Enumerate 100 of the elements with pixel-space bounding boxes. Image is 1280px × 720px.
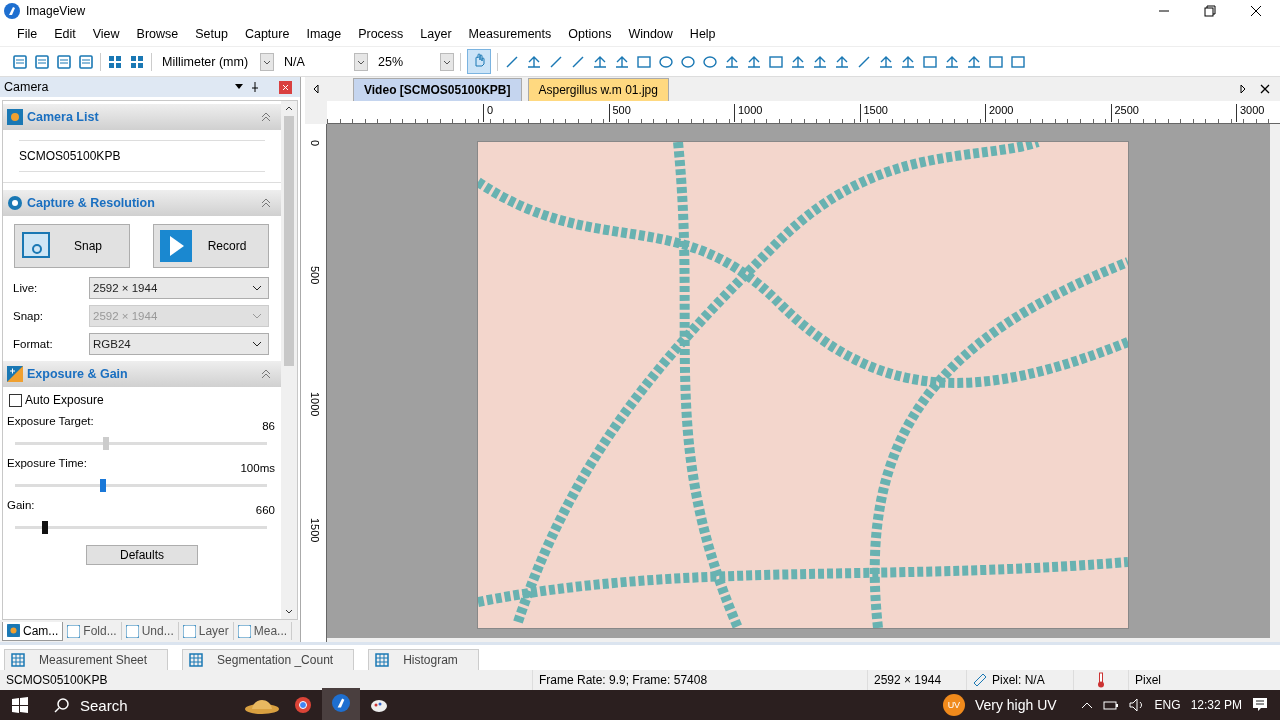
scroll-up-icon[interactable] [285, 106, 293, 111]
menu-item[interactable]: Browse [127, 27, 187, 41]
document-icon[interactable] [34, 53, 50, 70]
field-label: Snap: [13, 310, 45, 322]
document-tab[interactable]: Video [SCMOS05100KPB] [353, 78, 522, 101]
browser-icon[interactable] [294, 696, 312, 714]
weather-text[interactable]: Very high UV [974, 697, 1057, 713]
collapse-icon[interactable] [261, 369, 271, 379]
close-icon[interactable] [1260, 84, 1270, 94]
line-tool-icon[interactable] [570, 53, 586, 70]
collapse-icon[interactable] [261, 112, 271, 122]
chevron-up-icon[interactable] [1080, 701, 1093, 709]
document-icon[interactable] [56, 53, 72, 70]
status-pixel: Pixel: N/A [992, 673, 1045, 687]
window-title: ImageView [26, 4, 86, 18]
panel-title: Camera [4, 80, 50, 94]
section-title: Exposure & Gain [27, 367, 129, 381]
dock-tab[interactable]: Segmentation _Count [182, 649, 355, 670]
panel-tab[interactable]: Und... [121, 622, 179, 640]
menu-item[interactable]: Capture [235, 27, 298, 41]
grid-icon [11, 653, 25, 667]
field-label: Format: [13, 338, 54, 350]
toolbar-dropdown[interactable]: 25% [374, 52, 454, 71]
play-icon [160, 230, 192, 262]
section-header[interactable]: Camera List [3, 104, 281, 130]
panel-tab[interactable]: Fold... [63, 622, 122, 640]
status-unit: Pixel [1134, 672, 1162, 689]
close-icon[interactable] [1250, 5, 1262, 17]
slider-label: Exposure Target: [7, 415, 94, 429]
tab-icon [182, 624, 196, 638]
toolbar-dropdown[interactable]: Millimeter (mm) [158, 52, 274, 71]
menu-item[interactable]: Layer [411, 27, 460, 41]
aperture-icon [7, 195, 23, 211]
box-tool-icon[interactable] [922, 53, 938, 70]
app-logo-icon[interactable] [332, 693, 350, 712]
menu-item[interactable]: Process [349, 27, 412, 41]
rect-tool-icon[interactable] [636, 53, 652, 70]
camera-list-item[interactable]: SCMOS05100KPB [19, 140, 265, 172]
grid-icon[interactable] [129, 53, 145, 70]
menu-item[interactable]: Measurements [459, 27, 560, 41]
section-title: Camera List [27, 110, 100, 124]
scroll-down-icon[interactable] [285, 609, 293, 614]
scrollbar-thumb[interactable] [284, 116, 294, 366]
menu-item[interactable]: Options [559, 27, 620, 41]
circle-tool-icon[interactable] [680, 53, 696, 70]
tab-icon [67, 624, 81, 638]
camera-icon [7, 624, 20, 637]
battery-icon[interactable] [1102, 699, 1119, 711]
hand-tool-button[interactable] [467, 49, 491, 74]
grid-icon [189, 653, 204, 667]
menu-item[interactable]: Edit [45, 27, 84, 41]
taskbar-search[interactable]: Search [38, 696, 234, 714]
notification-icon[interactable] [1252, 697, 1268, 713]
menu-item[interactable]: File [8, 27, 46, 41]
section-header[interactable]: Exposure & Gain [3, 361, 281, 387]
resolution-dropdown[interactable]: RGB24 [89, 333, 269, 355]
ruler-icon [973, 673, 987, 687]
menu-item[interactable]: Image [297, 27, 350, 41]
grid-icon [375, 653, 390, 667]
speaker-icon[interactable] [1128, 698, 1145, 712]
language-indicator[interactable]: ENG [1154, 698, 1181, 712]
slider-thumb[interactable] [100, 479, 107, 492]
start-icon[interactable] [12, 697, 28, 713]
slider-label: Exposure Time: [7, 457, 87, 471]
thermometer-icon [1097, 672, 1105, 688]
diag-tool-icon[interactable] [856, 53, 872, 70]
toolbar-dropdown[interactable]: N/A [280, 52, 368, 71]
menu-item[interactable]: Setup [186, 27, 236, 41]
menu-item[interactable]: Help [680, 27, 724, 41]
panel-tab[interactable]: Mea... [233, 622, 293, 640]
slider-value: 660 [255, 503, 275, 516]
search-icon [54, 697, 70, 713]
scroll-left-icon[interactable] [311, 84, 321, 94]
maximize-icon[interactable] [1204, 5, 1216, 17]
line-tool-icon[interactable] [548, 53, 564, 70]
dock-tab[interactable]: Measurement Sheet [4, 649, 169, 670]
defaults-button[interactable]: Defaults [86, 545, 198, 565]
record-button[interactable]: Record [153, 224, 269, 268]
app-logo-icon [4, 3, 20, 19]
vertical-ruler: 0 500 1000 1500 [305, 124, 327, 642]
slider-label: Gain: [7, 499, 35, 513]
checkbox[interactable] [9, 393, 22, 407]
snap-button[interactable]: Snap [14, 224, 130, 268]
panel-tab[interactable]: Layer [178, 622, 234, 640]
checkbox-label: Auto Exposure [25, 393, 104, 407]
slider-thumb[interactable] [42, 521, 49, 534]
panel-tab[interactable]: Cam... [2, 621, 64, 641]
slider-thumb[interactable] [102, 437, 109, 450]
menu-item[interactable]: Window [619, 27, 681, 41]
section-header[interactable]: Capture & Resolution [3, 190, 281, 216]
menu-item[interactable]: View [83, 27, 128, 41]
scroll-right-icon[interactable] [1238, 84, 1248, 94]
collapse-icon[interactable] [261, 198, 271, 208]
dock-tab[interactable]: Histogram [368, 649, 479, 670]
resolution-dropdown[interactable]: 2592 × 1944 [89, 277, 269, 299]
ellipse-tool-icon[interactable] [658, 53, 674, 70]
exposure-icon [7, 366, 23, 382]
clock-text[interactable]: 12:32 PM [1190, 698, 1242, 712]
document-tab[interactable]: Aspergillus w.m 01.jpg [527, 78, 669, 101]
section-title: Capture & Resolution [27, 196, 156, 210]
